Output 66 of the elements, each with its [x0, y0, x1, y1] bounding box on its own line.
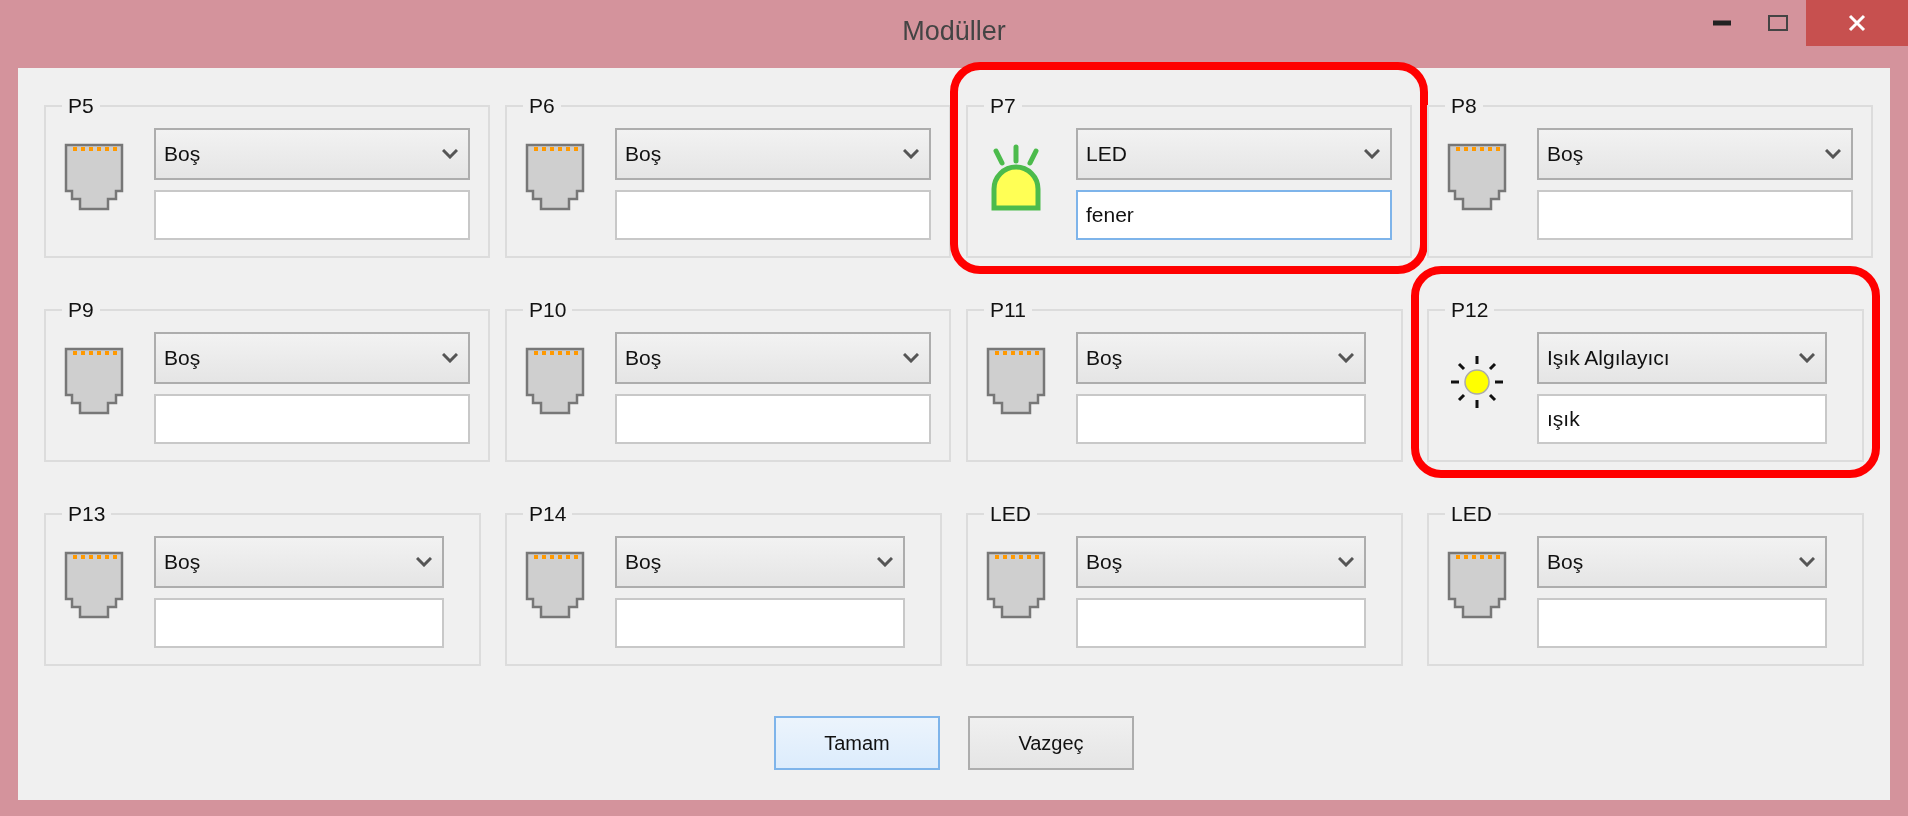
- socket-icon: [1447, 551, 1507, 621]
- minimize-icon: [1713, 20, 1731, 26]
- name-field[interactable]: [154, 598, 444, 648]
- group-label: P10: [528, 298, 568, 322]
- sun-icon: [1449, 354, 1505, 410]
- socket-icon: [986, 551, 1046, 621]
- chevron-down-icon: [1799, 353, 1815, 363]
- socket-icon: [525, 347, 585, 417]
- name-field[interactable]: ışık: [1537, 394, 1827, 444]
- chevron-down-icon: [1825, 149, 1841, 159]
- module-dropdown[interactable]: Boş: [1076, 536, 1366, 588]
- module-dropdown[interactable]: Boş: [1076, 332, 1366, 384]
- module-dropdown[interactable]: Boş: [615, 332, 931, 384]
- close-button[interactable]: [1806, 0, 1908, 46]
- module-dropdown[interactable]: Boş: [154, 128, 470, 180]
- chevron-down-icon: [442, 149, 458, 159]
- group-label: P7: [989, 94, 1017, 118]
- name-field[interactable]: [615, 394, 931, 444]
- module-dropdown[interactable]: Boş: [615, 536, 905, 588]
- module-dropdown[interactable]: Işık Algılayıcı: [1537, 332, 1827, 384]
- name-field[interactable]: [1537, 190, 1853, 240]
- socket-icon: [986, 347, 1046, 417]
- module-dropdown[interactable]: Boş: [1537, 536, 1827, 588]
- group-label: P14: [528, 502, 568, 526]
- group-label: P9: [67, 298, 95, 322]
- group-label: P5: [67, 94, 95, 118]
- window-title: Modüller: [902, 16, 1006, 47]
- socket-icon: [64, 347, 124, 417]
- name-field[interactable]: [1076, 394, 1366, 444]
- group-label: LED: [989, 502, 1032, 526]
- module-dropdown[interactable]: Boş: [154, 536, 444, 588]
- maximize-icon: [1768, 15, 1788, 31]
- module-dropdown[interactable]: Boş: [615, 128, 931, 180]
- name-field[interactable]: fener: [1076, 190, 1392, 240]
- name-field[interactable]: [154, 394, 470, 444]
- socket-icon: [64, 551, 124, 621]
- ok-button[interactable]: Tamam: [774, 716, 940, 770]
- chevron-down-icon: [1364, 149, 1380, 159]
- socket-icon: [525, 143, 585, 213]
- name-field[interactable]: [615, 190, 931, 240]
- socket-icon: [1447, 143, 1507, 213]
- group-label: P11: [989, 298, 1027, 322]
- name-field[interactable]: [154, 190, 470, 240]
- chevron-down-icon: [903, 149, 919, 159]
- chevron-down-icon: [903, 353, 919, 363]
- chevron-down-icon: [1799, 557, 1815, 567]
- module-dropdown[interactable]: Boş: [154, 332, 470, 384]
- chevron-down-icon: [1338, 557, 1354, 567]
- close-icon: [1848, 14, 1866, 32]
- socket-icon: [64, 143, 124, 213]
- group-label: P13: [67, 502, 107, 526]
- chevron-down-icon: [442, 353, 458, 363]
- module-dropdown[interactable]: Boş: [1537, 128, 1853, 180]
- group-label: P8: [1450, 94, 1478, 118]
- cancel-button[interactable]: Vazgeç: [968, 716, 1134, 770]
- group-label: P12: [1450, 298, 1490, 322]
- group-label: P6: [528, 94, 556, 118]
- chevron-down-icon: [877, 557, 893, 567]
- chevron-down-icon: [1338, 353, 1354, 363]
- module-dropdown[interactable]: LED: [1076, 128, 1392, 180]
- chevron-down-icon: [416, 557, 432, 567]
- name-field[interactable]: [1076, 598, 1366, 648]
- socket-icon: [525, 551, 585, 621]
- name-field[interactable]: [1537, 598, 1827, 648]
- name-field[interactable]: [615, 598, 905, 648]
- group-label: LED: [1450, 502, 1493, 526]
